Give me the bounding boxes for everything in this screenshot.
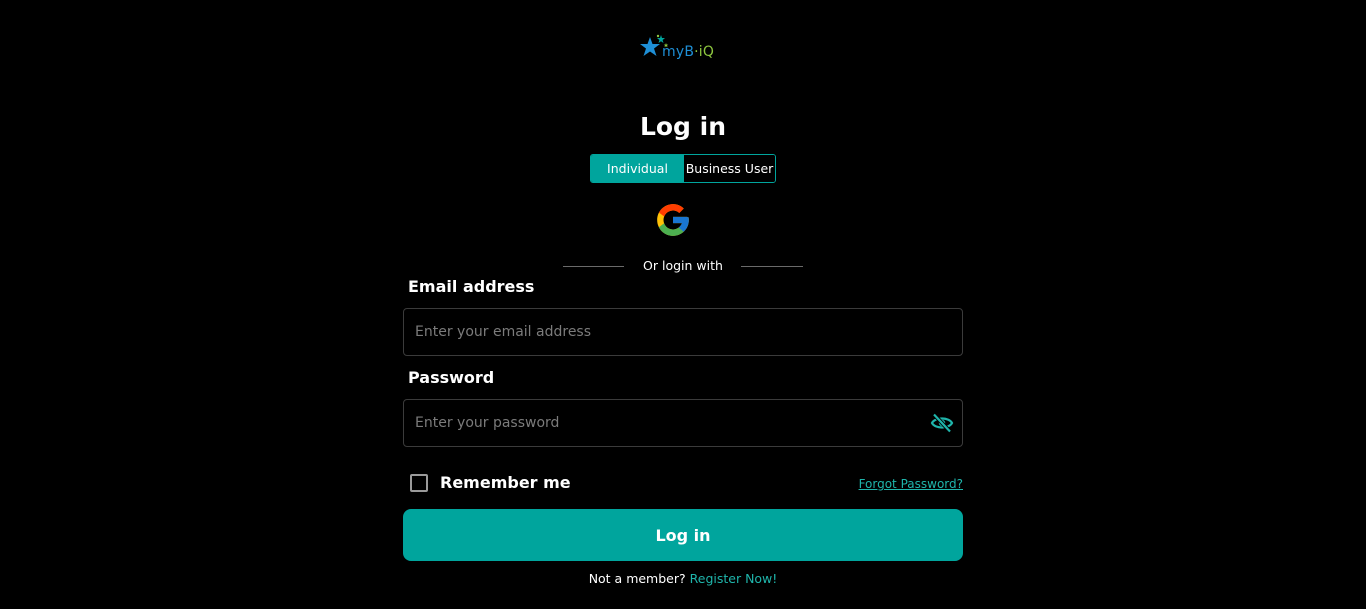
tab-business-user[interactable]: Business User bbox=[684, 155, 775, 182]
email-input[interactable] bbox=[415, 309, 915, 355]
logo-text-b: B bbox=[684, 44, 695, 60]
login-button[interactable]: Log in bbox=[403, 509, 963, 561]
divider-line-right bbox=[741, 266, 803, 267]
google-icon bbox=[657, 204, 689, 236]
login-page: myB·iQ Log in Individual Business User O… bbox=[0, 0, 1366, 609]
logo-wordmark: myB·iQ bbox=[662, 43, 714, 61]
google-login-button[interactable] bbox=[654, 201, 692, 239]
register-prompt: Not a member? bbox=[588, 571, 686, 586]
page-title: Log in bbox=[639, 112, 727, 141]
register-row: Not a member? Register Now! bbox=[0, 571, 1366, 587]
divider-text: Or login with bbox=[643, 258, 723, 273]
password-label: Password bbox=[408, 368, 495, 387]
logo-text-iq: iQ bbox=[698, 44, 715, 60]
email-field-container bbox=[403, 308, 963, 356]
password-field-container bbox=[403, 399, 963, 447]
register-now-link[interactable]: Register Now! bbox=[690, 571, 778, 586]
account-type-toggle: Individual Business User bbox=[590, 154, 776, 183]
password-input[interactable] bbox=[415, 400, 915, 446]
forgot-password-link[interactable]: Forgot Password? bbox=[859, 476, 963, 492]
mybiq-logo[interactable]: myB·iQ bbox=[639, 33, 729, 65]
remember-me-checkbox[interactable] bbox=[410, 474, 428, 492]
tab-individual[interactable]: Individual bbox=[591, 155, 684, 182]
remember-me-label[interactable]: Remember me bbox=[440, 473, 571, 493]
logo-text-my: my bbox=[662, 44, 685, 60]
email-label: Email address bbox=[408, 277, 535, 296]
eye-off-icon[interactable] bbox=[930, 412, 954, 434]
